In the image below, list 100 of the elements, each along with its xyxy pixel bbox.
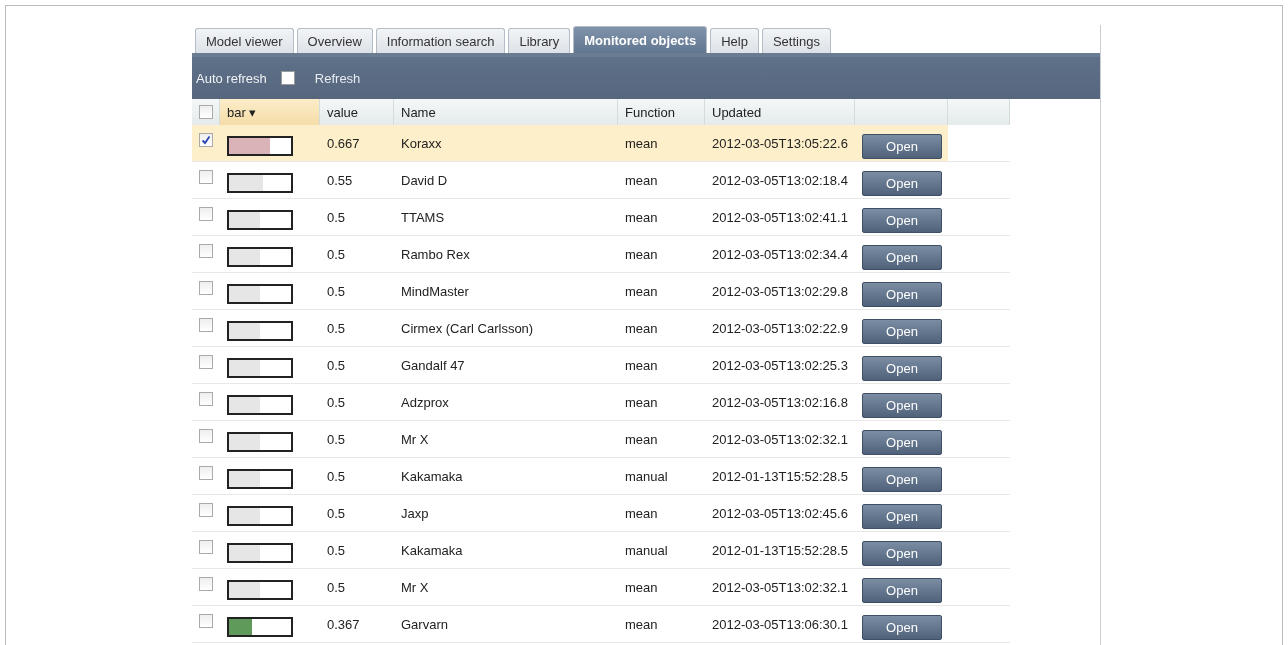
open-button[interactable]: Open	[862, 170, 942, 196]
open-button[interactable]: Open	[862, 133, 942, 159]
table-cell: 2012-03-05T13:02:45.6	[712, 505, 848, 521]
table-cell: 2012-03-05T13:02:29.8	[712, 283, 848, 299]
table-cell: Mr X	[401, 431, 429, 447]
tab[interactable]: Overview	[296, 28, 373, 53]
row-checkbox[interactable]	[199, 577, 213, 591]
tab[interactable]: Help	[710, 28, 759, 53]
select-all-checkbox[interactable]	[199, 105, 213, 119]
table-cell: 0.5	[327, 505, 346, 521]
table-cell: mean	[625, 135, 658, 151]
table-cell: 2012-03-05T13:02:32.1	[712, 579, 848, 595]
table-cell: Jaxp	[401, 505, 429, 521]
auto-refresh-checkbox[interactable]	[280, 71, 295, 85]
table-cell: mean	[625, 357, 658, 373]
open-button[interactable]: Open	[862, 614, 942, 640]
open-button[interactable]: Open	[862, 466, 942, 492]
open-button[interactable]: Open	[862, 577, 942, 603]
open-button[interactable]: Open	[862, 503, 942, 529]
table-cell: mean	[625, 431, 658, 447]
row-checkbox[interactable]	[199, 133, 213, 147]
row-checkbox[interactable]	[199, 392, 213, 406]
table-cell: Rambo Rex	[401, 246, 470, 262]
open-button[interactable]: Open	[862, 281, 942, 307]
table-cell: 0.5	[327, 468, 346, 484]
check-icon	[201, 135, 211, 145]
row-checkbox[interactable]	[199, 355, 213, 369]
table-cell: mean	[625, 172, 658, 188]
column-header[interactable]: bar ▾	[220, 99, 320, 125]
table-cell: mean	[625, 320, 658, 336]
tab[interactable]: Model viewer	[195, 28, 294, 53]
table-cell: manual	[625, 468, 668, 484]
table-cell: mean	[625, 616, 658, 632]
table-cell: mean	[625, 394, 658, 410]
column-header[interactable]: value	[320, 99, 394, 125]
open-button[interactable]: Open	[862, 392, 942, 418]
table-cell: 2012-03-05T13:02:32.1	[712, 431, 848, 447]
table-cell: Gandalf 47	[401, 357, 465, 373]
table-cell: 0.5	[327, 283, 346, 299]
table-cell: 2012-03-05T13:06:30.1	[712, 616, 848, 632]
row-checkbox[interactable]	[199, 207, 213, 221]
column-header[interactable]: Updated	[705, 99, 855, 125]
open-button[interactable]: Open	[862, 207, 942, 233]
row-checkbox[interactable]	[199, 170, 213, 184]
table-cell: 2012-03-05T13:02:34.4	[712, 246, 848, 262]
row-checkbox[interactable]	[199, 466, 213, 480]
row-checkbox[interactable]	[199, 503, 213, 517]
table-cell: Cirmex (Carl Carlsson)	[401, 320, 534, 336]
table-cell: Garvarn	[401, 616, 448, 632]
table-cell: Koraxx	[401, 135, 442, 151]
table-cell: 0.55	[327, 172, 353, 188]
table-cell: MindMaster	[401, 283, 469, 299]
table-cell: 0.5	[327, 357, 346, 373]
table-cell: 0.5	[327, 209, 346, 225]
tab[interactable]: Settings	[761, 28, 831, 53]
header-cell	[948, 99, 1010, 125]
table-cell: 2012-03-05T13:02:25.3	[712, 357, 848, 373]
auto-refresh-label: Auto refresh	[196, 70, 267, 86]
table-cell: mean	[625, 505, 658, 521]
table-cell: Kakamaka	[401, 468, 463, 484]
table-cell: 2012-03-05T13:05:22.6	[712, 135, 848, 151]
row-checkbox[interactable]	[199, 614, 213, 628]
refresh-button[interactable]: Refresh	[308, 70, 367, 86]
tab[interactable]: Information search	[375, 28, 506, 53]
row-checkbox[interactable]	[199, 244, 213, 258]
open-button[interactable]: Open	[862, 244, 942, 270]
table-cell: 2012-01-13T15:52:28.5	[712, 542, 848, 558]
row-checkbox[interactable]	[199, 540, 213, 554]
open-button[interactable]: Open	[862, 318, 942, 344]
open-button[interactable]: Open	[862, 429, 942, 455]
table-cell: 0.367	[327, 616, 360, 632]
table-cell: mean	[625, 283, 658, 299]
table-cell: 2012-03-05T13:02:16.8	[712, 394, 848, 410]
open-button[interactable]: Open	[862, 355, 942, 381]
table-cell: 0.667	[327, 135, 360, 151]
table-cell: 0.5	[327, 394, 346, 410]
row-checkbox[interactable]	[199, 281, 213, 295]
table-cell: 2012-03-05T13:02:18.4	[712, 172, 848, 188]
table-cell: manual	[625, 542, 668, 558]
table-cell: 0.5	[327, 246, 346, 262]
table-cell: mean	[625, 246, 658, 262]
table-cell: Mr X	[401, 579, 429, 595]
row-checkbox[interactable]	[199, 318, 213, 332]
table-cell: 2012-03-05T13:02:22.9	[712, 320, 848, 336]
table-cell: 0.5	[327, 579, 346, 595]
table-cell: Kakamaka	[401, 542, 463, 558]
open-button[interactable]: Open	[862, 540, 942, 566]
column-header[interactable]: Name	[394, 99, 618, 125]
table-cell: 2012-01-13T15:52:28.5	[712, 468, 848, 484]
tab[interactable]: Monitored objects	[573, 26, 708, 53]
table-cell: David D	[401, 172, 448, 188]
row-checkbox[interactable]	[199, 429, 213, 443]
column-header[interactable]: Function	[618, 99, 705, 125]
table-cell: 0.5	[327, 542, 346, 558]
table-cell: Adzprox	[401, 394, 449, 410]
tab[interactable]: Library	[508, 28, 571, 53]
table-cell: 0.5	[327, 320, 346, 336]
table-cell: mean	[625, 209, 658, 225]
table-cell: 2012-03-05T13:02:41.1	[712, 209, 848, 225]
table-cell: 0.5	[327, 431, 346, 447]
